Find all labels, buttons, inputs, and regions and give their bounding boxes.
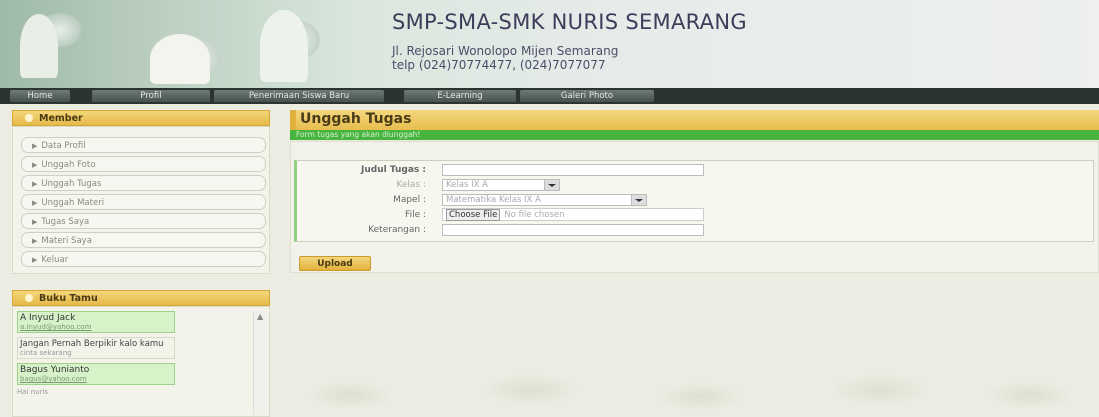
guestbook-panel-title: Buku Tamu [39, 293, 98, 304]
guestbook-name: A Inyud Jack [20, 313, 76, 323]
arrow-right-icon: ▶ [32, 237, 38, 245]
sidebar-item-label: Unggah Materi [41, 198, 105, 208]
sidebar-item-label: Unggah Tugas [41, 179, 102, 189]
sidebar-item-label: Tugas Saya [41, 217, 90, 227]
site-header: SMP-SMA-SMK NURIS SEMARANG Jl. Rejosari … [0, 0, 1099, 88]
sidebar-item-label: Keluar [41, 255, 69, 265]
member-panel-header: Member [12, 110, 270, 126]
site-phone: telp (024)70774477, (024)7077077 [392, 58, 606, 72]
file-input[interactable]: Choose File No file chosen [442, 208, 704, 221]
file-label: File : [405, 210, 426, 220]
member-panel: ▶ Data Profil ▶ Unggah Foto ▶ Unggah Tugas … [12, 126, 270, 274]
site-title: SMP-SMA-SMK NURIS SEMARANG [392, 10, 747, 34]
sidebar-item-data-profil[interactable]: ▶ Data Profil [21, 137, 266, 153]
judul-input[interactable] [442, 164, 704, 176]
scroll-up-icon[interactable]: ▲ [257, 312, 263, 321]
form-notice: Form tugas yang akan diunggah! [290, 130, 1099, 140]
guestbook-panel-header: Buku Tamu [12, 290, 270, 306]
arrow-right-icon: ▶ [32, 256, 38, 264]
nav-item-profil[interactable]: Profil [92, 90, 210, 102]
header-photo [0, 0, 360, 88]
sidebar-item-unggah-materi[interactable]: ▶ Unggah Materi [21, 194, 266, 210]
guestbook-scrollbar[interactable]: ▲ [253, 311, 268, 415]
sidebar-item-unggah-tugas[interactable]: ▶ Unggah Tugas [21, 175, 266, 191]
bullet-icon [25, 114, 33, 122]
mapel-label: Mapel : [393, 195, 426, 205]
judul-label: Judul Tugas : [361, 165, 426, 175]
guestbook-entry: Jangan Pernah Berpikir kalo kamu cinta s… [17, 337, 175, 359]
sidebar-item-label: Data Profil [41, 141, 86, 151]
guestbook-email[interactable]: a.inyud@yahoo.com [20, 323, 172, 331]
chevron-down-icon [544, 180, 559, 190]
guestbook-subtext: cinta sekarang [20, 349, 72, 357]
chevron-down-icon [631, 195, 646, 205]
choose-file-button[interactable]: Choose File [446, 209, 501, 221]
guestbook-message: Jangan Pernah Berpikir kalo kamu [20, 339, 164, 349]
nav-item-home[interactable]: Home [10, 90, 70, 102]
kelas-selected-value: Kelas IX A [446, 180, 488, 190]
arrow-right-icon: ▶ [32, 161, 38, 169]
keterangan-input[interactable] [442, 224, 704, 236]
guestbook-name: Bagus Yunianto [20, 365, 90, 375]
arrow-right-icon: ▶ [32, 180, 38, 188]
guestbook-subtext: Hai nuris [17, 388, 49, 396]
nav-item-elearning[interactable]: E-Learning [404, 90, 516, 102]
file-status: No file chosen [504, 210, 565, 220]
palm-tree-decoration [270, 335, 1099, 417]
upload-form: Judul Tugas : Kelas : Kelas IX A Mapel :… [290, 141, 1099, 273]
guestbook-entry: Bagus Yunianto bagus@yahoo.com [17, 363, 175, 385]
nav-item-psb[interactable]: Penerimaan Siswa Baru [214, 90, 384, 102]
bullet-icon [25, 294, 33, 302]
sidebar-item-label: Materi Saya [41, 236, 92, 246]
guestbook-email[interactable]: bagus@yahoo.com [20, 375, 172, 383]
member-panel-title: Member [39, 113, 83, 124]
arrow-right-icon: ▶ [32, 218, 38, 226]
upload-button[interactable]: Upload [299, 256, 371, 271]
mapel-selected-value: Matematika Kelas IX A [446, 195, 541, 205]
arrow-right-icon: ▶ [32, 142, 38, 150]
arrow-right-icon: ▶ [32, 199, 38, 207]
kelas-select[interactable]: Kelas IX A [442, 179, 560, 191]
main-title-bar: Unggah Tugas [290, 110, 1099, 130]
main-nav: Home Profil Penerimaan Siswa Baru E-Lear… [0, 88, 1099, 104]
guestbook-entry: A Inyud Jack a.inyud@yahoo.com [17, 311, 175, 333]
guestbook-list: A Inyud Jack a.inyud@yahoo.com Jangan Pe… [17, 311, 253, 415]
sidebar-item-unggah-foto[interactable]: ▶ Unggah Foto [21, 156, 266, 172]
sidebar-item-keluar[interactable]: ▶ Keluar [21, 251, 266, 267]
form-fieldset: Judul Tugas : Kelas : Kelas IX A Mapel :… [294, 160, 1094, 242]
sidebar-item-label: Unggah Foto [41, 160, 96, 170]
guestbook-panel: A Inyud Jack a.inyud@yahoo.com Jangan Pe… [12, 306, 270, 417]
sidebar-item-tugas-saya[interactable]: ▶ Tugas Saya [21, 213, 266, 229]
site-address: Jl. Rejosari Wonolopo Mijen Semarang [392, 44, 619, 58]
keterangan-label: Keterangan : [368, 225, 426, 235]
page-title: Unggah Tugas [300, 111, 412, 127]
mapel-select[interactable]: Matematika Kelas IX A [442, 194, 647, 206]
sidebar-item-materi-saya[interactable]: ▶ Materi Saya [21, 232, 266, 248]
nav-item-galeri[interactable]: Galeri Photo [520, 90, 654, 102]
kelas-label: Kelas : [396, 180, 426, 190]
